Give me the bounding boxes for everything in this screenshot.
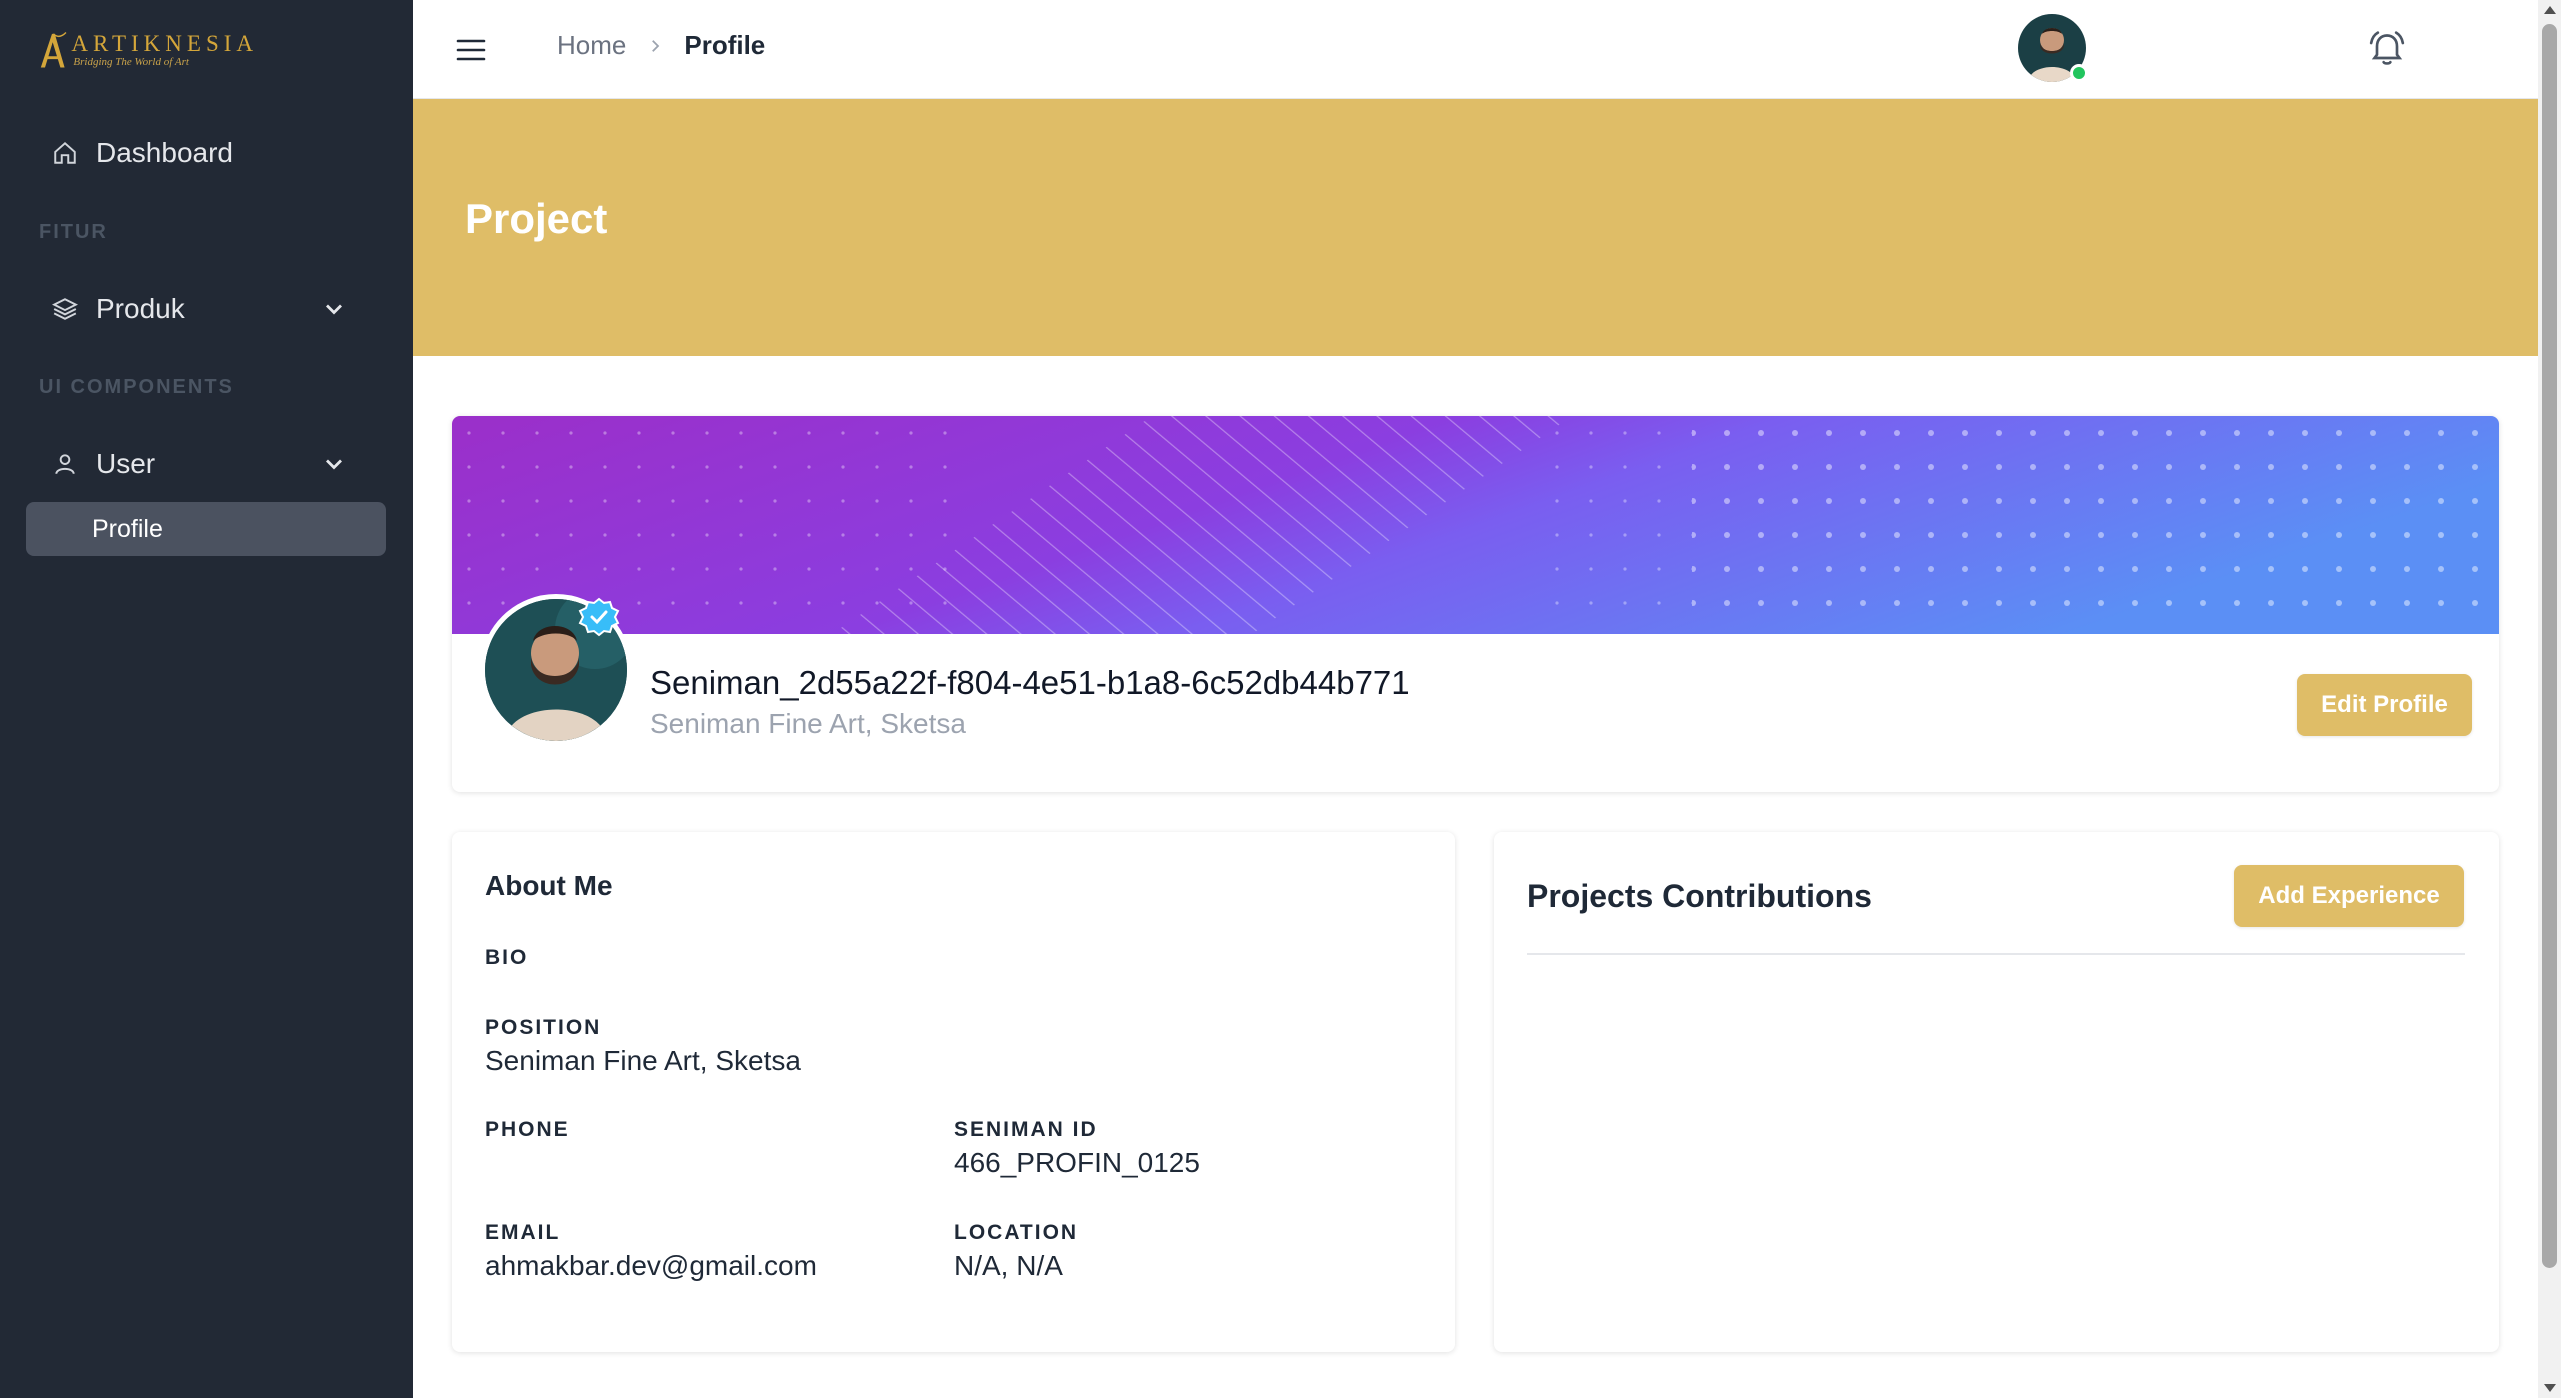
page-header-band: Project xyxy=(413,99,2538,356)
logo-text: ARTIKNESIA Bridging The World of Art xyxy=(71,31,258,69)
sidebar: ARTIKNESIA Bridging The World of Art Das… xyxy=(0,0,413,1398)
logo-mark-icon xyxy=(40,32,67,68)
email-label: EMAIL xyxy=(485,1221,561,1244)
profile-name: Seniman_2d55a22f-f804-4e51-b1a8-6c52db44… xyxy=(650,664,1410,701)
about-me-title: About Me xyxy=(485,870,613,901)
scroll-down-arrow-icon[interactable] xyxy=(2544,1384,2556,1392)
breadcrumb: Home Profile xyxy=(557,30,765,61)
scrollbar[interactable] xyxy=(2538,0,2561,1398)
sidebar-item-user[interactable]: User xyxy=(26,436,386,492)
add-experience-button[interactable]: Add Experience xyxy=(2234,865,2464,927)
breadcrumb-home[interactable]: Home xyxy=(557,30,626,61)
cover-banner xyxy=(452,416,2499,634)
section-label-fitur: FITUR xyxy=(39,221,108,243)
bio-label: BIO xyxy=(485,946,529,969)
sidebar-item-profile[interactable]: Profile xyxy=(26,502,386,556)
layers-icon xyxy=(50,294,80,324)
location-label: LOCATION xyxy=(954,1221,1079,1244)
position-label: POSITION xyxy=(485,1016,602,1039)
chevron-down-icon xyxy=(326,459,342,470)
chevron-right-icon xyxy=(652,39,660,52)
brand-name: ARTIKNESIA xyxy=(71,31,258,56)
profile-subtitle: Seniman Fine Art, Sketsa xyxy=(650,708,966,739)
sidebar-item-dashboard[interactable]: Dashboard xyxy=(26,125,386,181)
location-value: N/A, N/A xyxy=(954,1250,1063,1281)
seniman-id-label: SENIMAN ID xyxy=(954,1118,1098,1141)
user-icon xyxy=(50,449,80,479)
about-me-card: About Me BIO POSITION Seniman Fine Art, … xyxy=(452,832,1455,1352)
edit-profile-button[interactable]: Edit Profile xyxy=(2297,674,2472,736)
scroll-thumb[interactable] xyxy=(2542,24,2557,1268)
scroll-up-arrow-icon[interactable] xyxy=(2544,6,2556,14)
topbar: Home Profile xyxy=(413,0,2538,99)
brand-logo[interactable]: ARTIKNESIA Bridging The World of Art xyxy=(38,22,258,78)
projects-title: Projects Contributions xyxy=(1527,878,1872,914)
menu-icon[interactable] xyxy=(455,34,487,66)
profile-card: Seniman_2d55a22f-f804-4e51-b1a8-6c52db44… xyxy=(452,416,2499,792)
email-value: ahmakbar.dev@gmail.com xyxy=(485,1250,817,1281)
online-status-dot xyxy=(2070,64,2088,82)
verified-badge-icon xyxy=(578,597,620,637)
divider xyxy=(1527,953,2465,955)
position-value: Seniman Fine Art, Sketsa xyxy=(485,1045,801,1076)
sidebar-item-produk[interactable]: Produk xyxy=(26,281,386,337)
sidebar-item-label: User xyxy=(96,448,156,479)
breadcrumb-current: Profile xyxy=(684,30,766,60)
brand-tagline: Bridging The World of Art xyxy=(73,56,189,68)
section-label-ui-components: UI COMPONENTS xyxy=(39,376,234,398)
phone-label: PHONE xyxy=(485,1118,570,1141)
page-title: Project xyxy=(465,195,608,242)
home-icon xyxy=(50,138,80,168)
seniman-id-value: 466_PROFIN_0125 xyxy=(954,1147,1200,1178)
chevron-down-icon xyxy=(326,304,342,315)
bell-icon[interactable] xyxy=(2367,28,2407,68)
sidebar-item-label: Dashboard xyxy=(96,137,233,168)
projects-card: Projects Contributions Add Experience xyxy=(1494,832,2499,1352)
sidebar-item-label: Produk xyxy=(96,293,185,324)
